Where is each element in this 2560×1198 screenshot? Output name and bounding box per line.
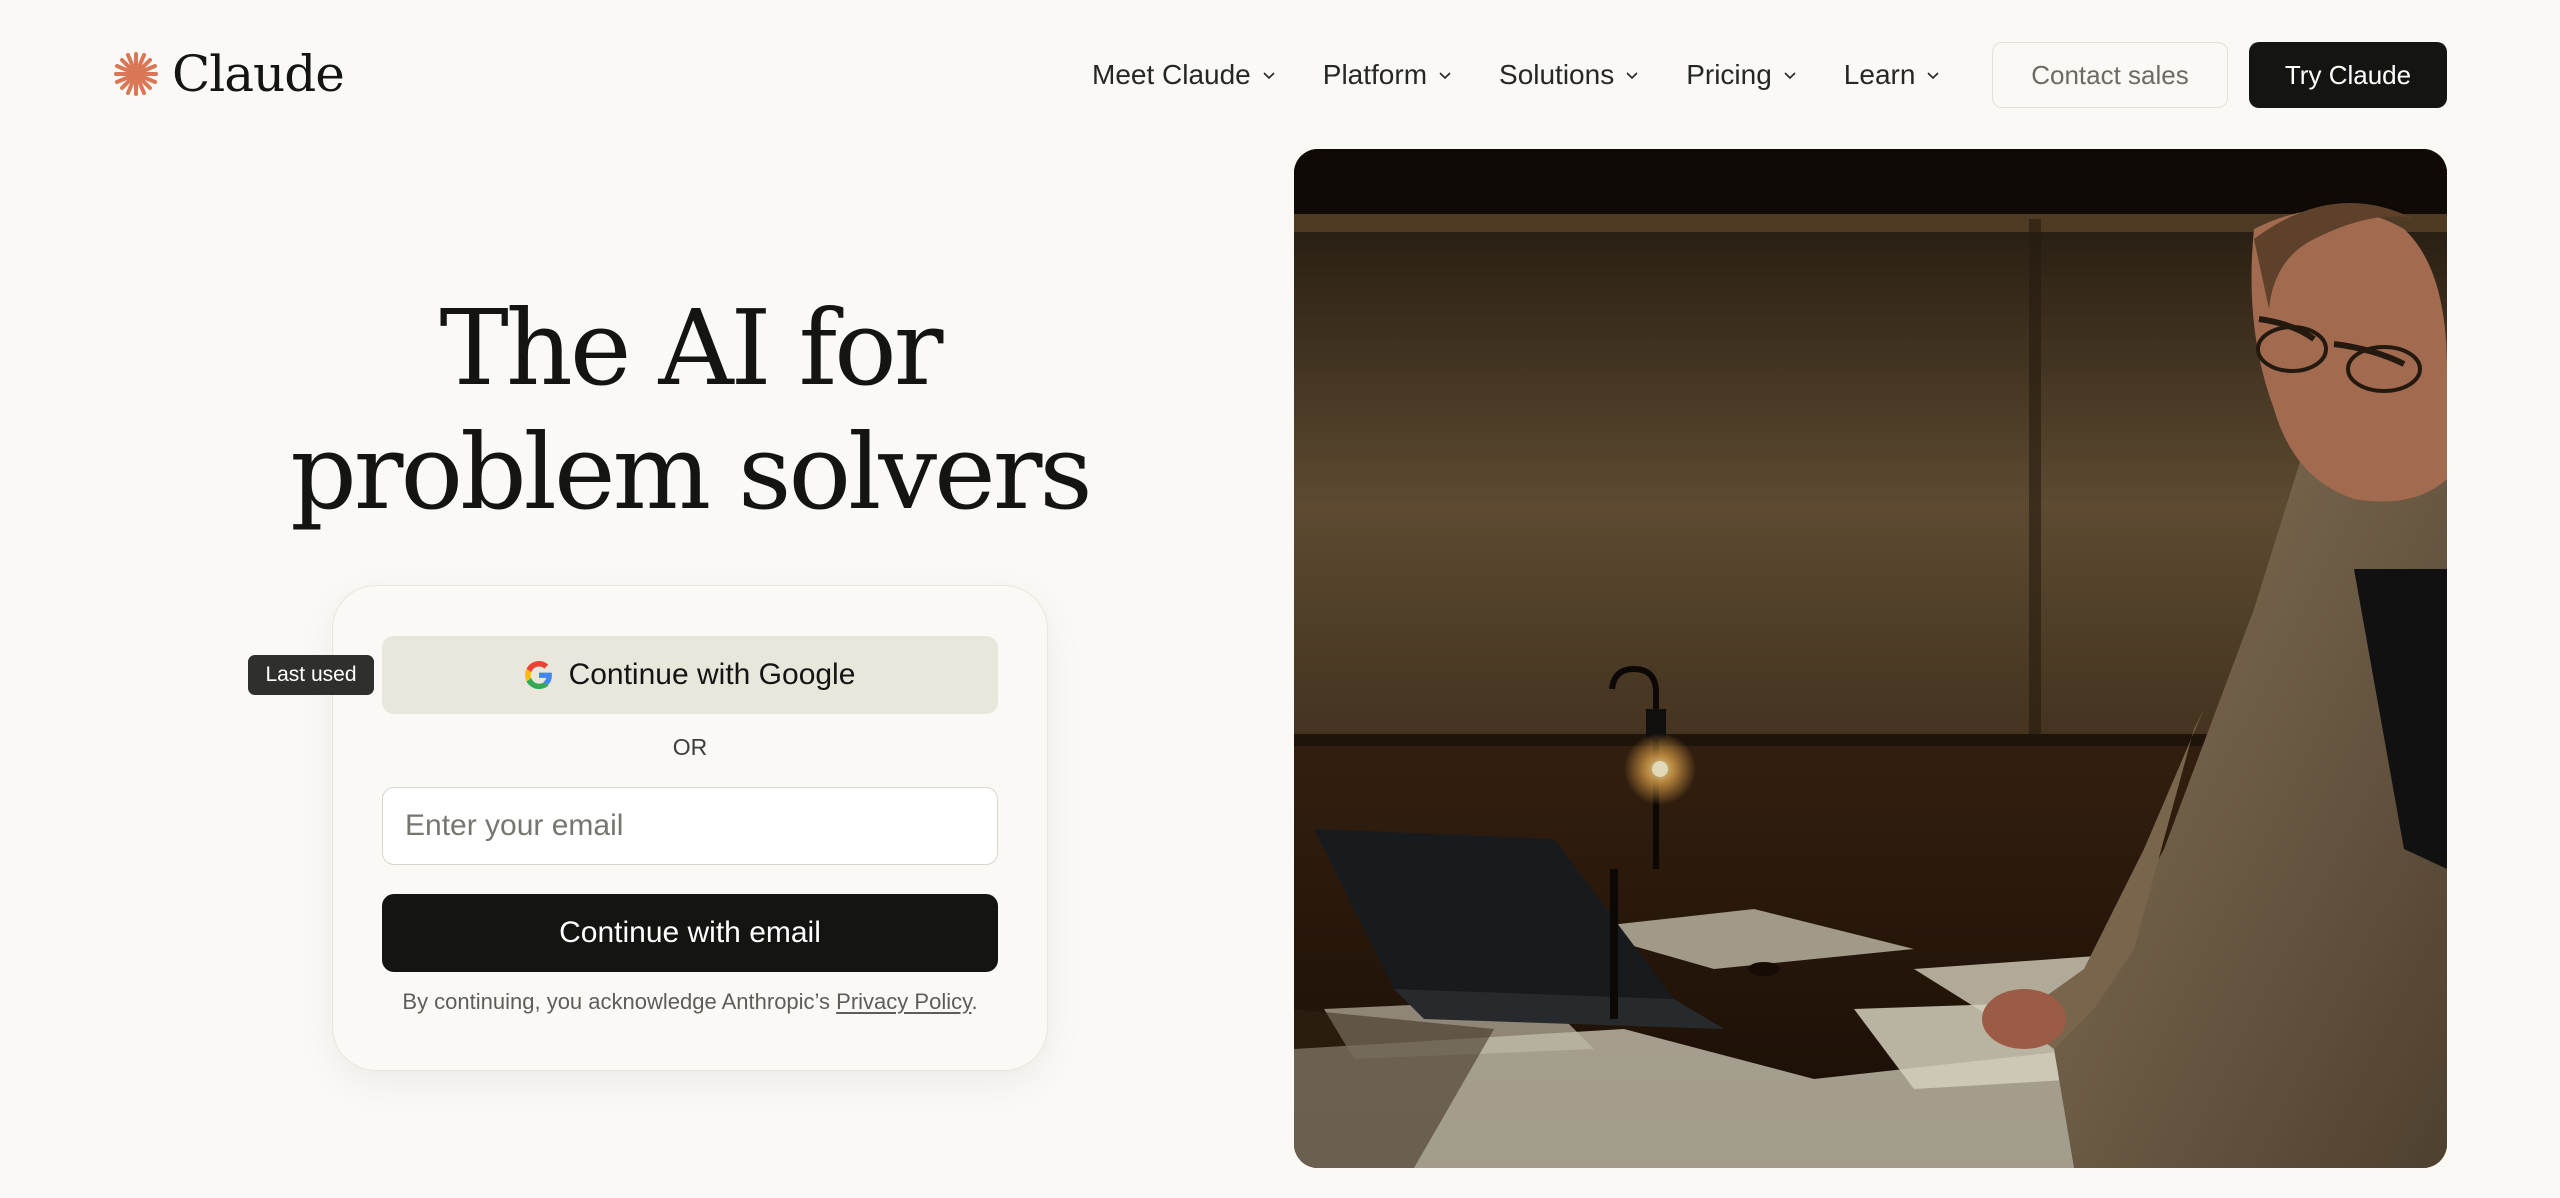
continue-with-google-button[interactable]: Continue with Google bbox=[382, 636, 998, 714]
hero-title-line-2: problem solvers bbox=[290, 411, 1093, 533]
legal-notice: By continuing, you acknowledge Anthropic… bbox=[382, 989, 998, 1015]
chevron-down-icon bbox=[1927, 72, 1939, 80]
nav-item-label: Solutions bbox=[1499, 59, 1615, 90]
claude-spark-icon bbox=[114, 52, 158, 96]
google-button-label: Continue with Google bbox=[568, 658, 856, 691]
nav-item-label: Pricing bbox=[1686, 59, 1772, 90]
privacy-policy-link[interactable]: Privacy Policy bbox=[836, 989, 971, 1014]
legal-suffix: . bbox=[971, 989, 978, 1014]
nav-item-meet-claude[interactable]: Meet Claude bbox=[1092, 59, 1277, 91]
chevron-down-icon bbox=[1439, 72, 1451, 80]
hero-title: The AI for problem solvers bbox=[190, 286, 1190, 534]
nav-item-label: Learn bbox=[1843, 59, 1916, 90]
nav-item-solutions[interactable]: Solutions bbox=[1499, 59, 1640, 91]
nav-item-label: Platform bbox=[1322, 59, 1428, 90]
main-nav: Meet Claude Platform Solutions Pricing L… bbox=[1092, 50, 1987, 100]
google-g-icon bbox=[524, 661, 552, 689]
chevron-down-icon bbox=[1784, 72, 1796, 80]
hero-title-line-1: The AI for bbox=[439, 287, 943, 409]
try-claude-button[interactable]: Try Claude bbox=[2249, 42, 2447, 108]
chevron-down-icon bbox=[1263, 72, 1275, 80]
claude-logo[interactable]: Claude bbox=[112, 44, 345, 104]
hero-video[interactable] bbox=[1294, 149, 2447, 1168]
nav-item-learn[interactable]: Learn bbox=[1844, 59, 1942, 91]
legal-prefix: By continuing, you acknowledge Anthropic… bbox=[402, 989, 831, 1014]
nav-item-platform[interactable]: Platform bbox=[1323, 59, 1453, 91]
hero-video-frame bbox=[1294, 149, 2447, 1168]
chevron-down-icon bbox=[1626, 72, 1638, 80]
nav-item-pricing[interactable]: Pricing bbox=[1686, 59, 1798, 91]
or-divider: OR bbox=[672, 734, 708, 760]
email-input[interactable] bbox=[382, 787, 998, 865]
last-used-badge: Last used bbox=[248, 655, 374, 695]
contact-sales-button[interactable]: Contact sales bbox=[1992, 42, 2228, 108]
continue-with-email-button[interactable]: Continue with email bbox=[382, 894, 998, 972]
site-header: Claude Meet Claude Platform Solutions Pr… bbox=[0, 0, 2560, 150]
nav-item-label: Meet Claude bbox=[1092, 59, 1251, 90]
logo-wordmark: Claude bbox=[172, 45, 345, 103]
